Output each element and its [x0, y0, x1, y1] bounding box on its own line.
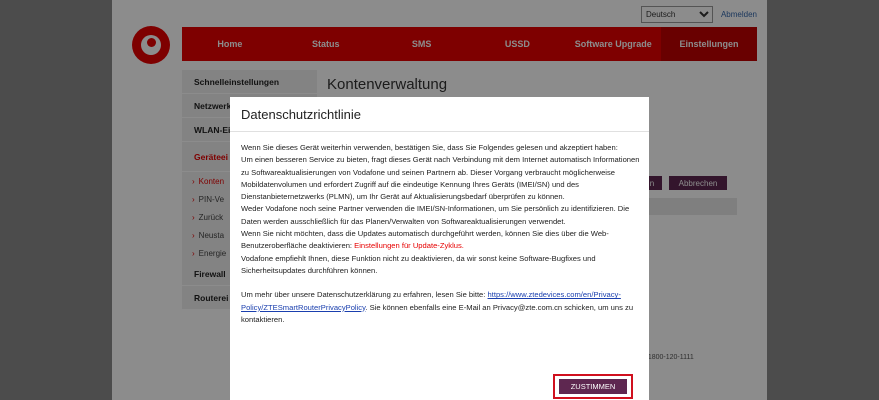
dialog-text: Um mehr über unsere Datenschutzerklärung…: [241, 290, 488, 300]
dialog-paragraph: Vodafone empfiehlt Ihnen, diese Funktion…: [241, 253, 596, 275]
update-cycle-link[interactable]: Einstellungen für Update-Zyklus.: [354, 241, 464, 250]
privacy-dialog: Datenschutzrichtlinie Wenn Sie dieses Ge…: [230, 97, 649, 400]
dialog-body: Wenn Sie dieses Gerät weiterhin verwende…: [241, 142, 641, 326]
dialog-paragraph: Wenn Sie nicht möchten, dass die Updates…: [241, 228, 641, 253]
agree-button-highlight: ZUSTIMMEN: [553, 374, 633, 399]
dialog-paragraph: Weder Vodafone noch seine Partner verwen…: [241, 204, 630, 226]
dialog-paragraph: Um mehr über unsere Datenschutzerklärung…: [241, 289, 641, 326]
dialog-divider: [230, 131, 649, 132]
dialog-paragraph: Um einen besseren Service zu bieten, fra…: [241, 155, 640, 202]
dialog-paragraph: Wenn Sie dieses Gerät weiterhin verwende…: [241, 143, 618, 152]
agree-button[interactable]: ZUSTIMMEN: [559, 379, 627, 394]
dialog-spacer: [241, 277, 641, 289]
dialog-title: Datenschutzrichtlinie: [241, 107, 361, 122]
